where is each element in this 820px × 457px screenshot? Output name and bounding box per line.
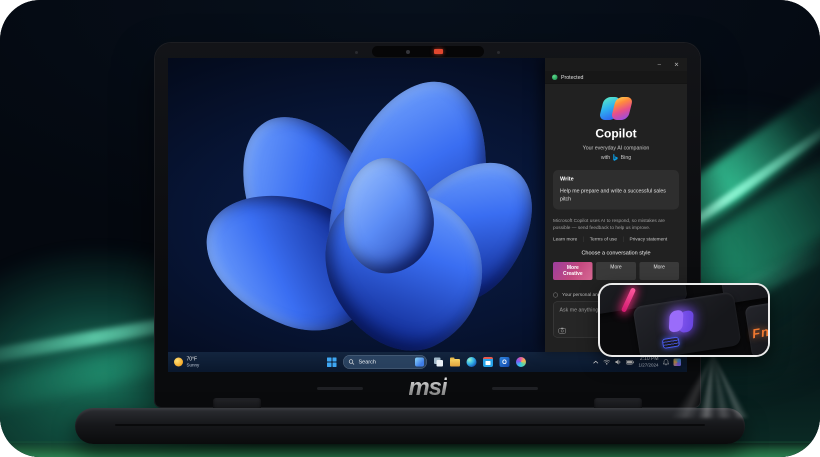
with-word: with [601,155,610,161]
edge-icon[interactable] [467,357,477,367]
terms-of-use-link[interactable]: Terms of use [583,237,617,243]
search-icon [349,359,355,365]
wifi-icon[interactable] [603,359,611,365]
keyboard-zoom-inset: Fn [598,283,770,357]
weather-widget[interactable]: 70°F Sunny [174,356,199,367]
privacy-note: Your personal and [562,292,600,298]
laptop-base [75,408,745,444]
add-image-icon[interactable] [559,328,567,334]
copilot-taskbar-icon[interactable] [516,357,526,367]
learn-more-link[interactable]: Learn more [553,237,577,243]
file-explorer-icon[interactable] [450,359,460,367]
bell-icon[interactable] [663,359,669,366]
protected-badge: Protected [545,71,687,84]
copilot-tagline: Your everyday AI companion [545,145,687,151]
webcam-lens-icon [406,50,410,54]
with-bing-row: with Bing [545,154,687,161]
weather-condition: Sunny [187,362,200,367]
tray-copilot-icon[interactable] [674,358,682,366]
minimize-button[interactable]: – [658,61,661,68]
protected-shield-icon [552,75,558,81]
marketing-banner: – ✕ Protected Copilot Your everyday AI c… [0,0,820,457]
task-view-icon[interactable] [434,357,444,367]
conversation-style-balanced[interactable]: More [596,262,636,280]
tray-clock[interactable]: 2:10 PM 1/27/2024 [638,356,658,368]
sunny-icon [174,357,183,366]
system-tray: 2:10 PM 1/27/2024 [593,356,681,368]
suggestion-card[interactable]: Write Help me prepare and write a succes… [553,170,679,209]
conversation-style-group: More Creative More More [553,262,679,280]
bing-icon [613,154,619,161]
ai-disclaimer: Microsoft Copilot uses AI to respond, so… [553,217,679,231]
microphone-dot-icon [497,51,500,54]
conversation-style-heading: Choose a conversation style [545,250,687,256]
search-chip-icon [415,358,424,367]
bing-word: Bing [621,155,632,161]
recording-indicator-icon [434,49,443,54]
search-placeholder: Search [359,359,412,365]
tray-chevron-icon[interactable] [593,360,599,364]
outlook-icon[interactable]: O [500,357,510,367]
volume-icon[interactable] [615,359,622,365]
copilot-key-sub-icon [662,336,680,349]
store-icon[interactable] [483,357,493,367]
battery-icon[interactable] [626,360,634,365]
start-button[interactable] [327,357,337,367]
copilot-titlebar: – ✕ [545,58,687,71]
bloom-flower [223,78,563,358]
copilot-logo-icon [600,97,633,120]
copilot-title: Copilot [545,127,687,141]
taskbar-center: Search O [327,352,526,372]
fn-key-label: Fn [751,324,770,342]
tray-time: 2:10 PM [638,356,658,362]
bezel-slit [492,387,538,390]
bezel-slit [317,387,363,390]
legal-links: Learn more Terms of use Privacy statemen… [553,237,679,243]
tray-date: 1/27/2024 [638,362,658,368]
microphone-dot-icon [355,51,358,54]
brand-logo: msi [408,374,446,402]
suggestion-card-category: Write [560,176,672,182]
conversation-style-more-creative[interactable]: More Creative [553,262,593,280]
taskbar-search[interactable]: Search [343,355,427,369]
conversation-style-precise[interactable]: More [639,262,679,280]
close-button[interactable]: ✕ [674,61,679,68]
webcam-module [372,46,484,57]
suggestion-card-prompt: Help me prepare and write a successful s… [560,187,672,203]
privacy-icon [553,292,558,297]
protected-label: Protected [561,74,583,80]
privacy-statement-link[interactable]: Privacy statement [623,237,667,243]
